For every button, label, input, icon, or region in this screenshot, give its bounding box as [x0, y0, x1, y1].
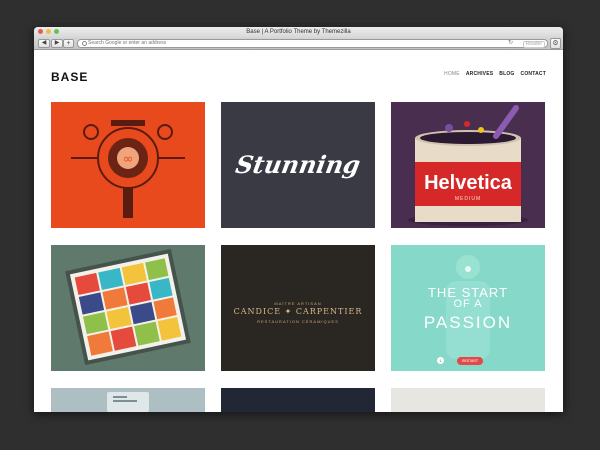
portfolio-tile-7[interactable]	[51, 388, 205, 412]
nav-contact[interactable]: CONTACT	[521, 71, 546, 77]
portfolio-tile-icons[interactable]	[51, 245, 205, 371]
svg-text:∞: ∞	[123, 152, 134, 167]
nav-archives[interactable]: ARCHIVES	[466, 71, 493, 77]
steampunk-illustration: ∞	[51, 102, 205, 228]
plus-icon: +	[66, 40, 71, 47]
main-nav: HOME ARCHIVES BLOG CONTACT	[444, 71, 546, 77]
reader-button[interactable]: Reader	[522, 41, 545, 48]
search-icon	[82, 41, 87, 46]
forward-arrow-icon: ▶	[54, 40, 60, 46]
back-button[interactable]: ◀	[38, 39, 50, 48]
tile-passion-line2: OF A	[453, 298, 483, 310]
tile-helvetica-sub: MEDIUM	[454, 196, 482, 202]
nav-blog[interactable]: BLOG	[499, 71, 514, 77]
portfolio-tile-helvetica[interactable]: Helvetica MEDIUM	[391, 102, 545, 228]
browser-toolbar: ◀ ▶ + ↻ Reader ⚙	[34, 37, 563, 50]
tile-candice-name: CANDICE ✦ CARPENTIER	[233, 307, 363, 316]
address-bar[interactable]: ↻ Reader	[77, 39, 548, 48]
portfolio-tile-8[interactable]	[221, 388, 375, 412]
tile-candice-top: MAÎTRE ARTISAN	[274, 301, 322, 306]
tile-helvetica-label: Helvetica	[424, 172, 512, 194]
window-title: Base | A Portfolio Theme by Themezilla	[246, 29, 351, 35]
portfolio-tile-9[interactable]	[391, 388, 545, 412]
tile-passion-badge: RESTART	[457, 357, 483, 365]
tile-passion-line3: PASSION	[423, 313, 513, 332]
title-bar: Base | A Portfolio Theme by Themezilla	[34, 27, 563, 37]
page-content: BASE HOME ARCHIVES BLOG CONTACT ∞ Stunni…	[34, 50, 563, 412]
tile-passion-number: 1	[437, 357, 444, 364]
new-tab-button[interactable]: +	[63, 39, 74, 48]
portfolio-tile-passion[interactable]: THE START OF A PASSION 1 RESTART	[391, 245, 545, 371]
forward-button[interactable]: ▶	[51, 39, 63, 48]
reload-icon[interactable]: ↻	[508, 40, 513, 47]
browser-window: Base | A Portfolio Theme by Themezilla ◀…	[34, 27, 563, 412]
settings-button[interactable]: ⚙	[550, 38, 561, 49]
icon-grid-illustration	[51, 245, 205, 371]
site-logo[interactable]: BASE	[51, 70, 88, 84]
portfolio-tile-candice[interactable]: MAÎTRE ARTISAN CANDICE ✦ CARPENTIER REST…	[221, 245, 375, 371]
portfolio-tile-stunning[interactable]: Stunning	[221, 102, 375, 228]
nav-buttons: ◀ ▶	[38, 39, 63, 48]
gear-icon: ⚙	[552, 40, 559, 47]
tile-stunning-text: Stunning	[233, 150, 363, 179]
paint-can-illustration	[391, 102, 545, 228]
back-arrow-icon: ◀	[41, 40, 47, 46]
nav-home[interactable]: HOME	[444, 71, 460, 77]
address-input[interactable]	[88, 40, 508, 47]
tile-7-preview	[51, 388, 205, 412]
portfolio-tile-steampunk[interactable]: ∞	[51, 102, 205, 228]
tile-candice-bottom: RESTAURATION CÉRAMIQUES	[257, 319, 339, 324]
